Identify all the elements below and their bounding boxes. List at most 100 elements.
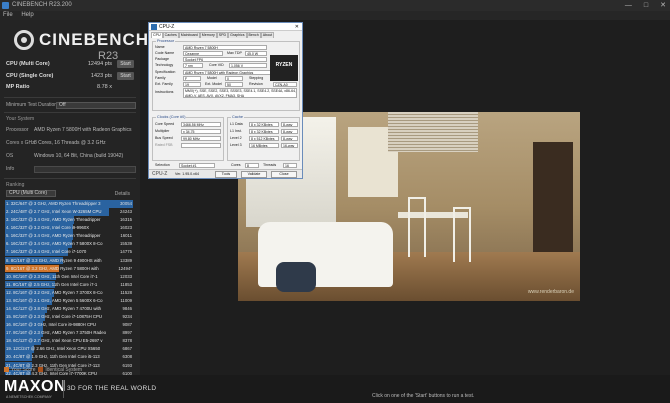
field-key: Processor [6, 127, 29, 133]
cpuz-tab-mainboard[interactable]: Mainboard [178, 32, 200, 38]
label: Selection [155, 163, 170, 167]
ranking-type-select[interactable]: CPU (Multi Core) [6, 190, 56, 197]
ranking-item[interactable]: 14. 6C/12T @ 3.8 GHz, AMD Ryzen 7 4700U … [5, 305, 133, 313]
system-os: OS Windows 10, 64 Bit, China (build 1904… [4, 152, 136, 161]
ranking-item-label: 9. 8C/16T @ 3.2 GHz, AMD Ryzen 7 5800H w… [6, 265, 99, 271]
left-panel: CINEBENCH R23 CPU (Multi Core) 12494 pts… [0, 20, 148, 403]
cpuz-tab-graphics[interactable]: Graphics [228, 32, 247, 38]
menu-help[interactable]: Help [21, 12, 33, 18]
ranking-item-score: 6308 [122, 354, 132, 360]
render-blind [388, 112, 478, 152]
render-pillow [276, 262, 316, 292]
cpuz-extmodel-value: 50 [225, 82, 243, 87]
title-bar: CINEBENCH R23.200 — □ ✕ [0, 0, 670, 11]
cpuz-close-icon[interactable]: ✕ [295, 23, 299, 31]
ranking-item[interactable]: 17. 8C/16T @ 2.3 GHz, AMD Ryzen 7 3750H … [5, 329, 133, 337]
ranking-item-label: 10. 8C/16T @ 2.3 GHz, 11th Gen Intel Cor… [6, 273, 98, 279]
close-button[interactable]: ✕ [660, 0, 666, 11]
render-chair [408, 197, 426, 257]
cpuz-l1d-way: 8-way [281, 122, 298, 127]
start-multi-core-button[interactable]: Start [117, 60, 134, 68]
cpuz-window: CPU-Z ✕ CPU Caches Mainboard Memory SPD … [148, 22, 303, 179]
cpuz-tab-cpu[interactable]: CPU [151, 32, 163, 38]
ranking-item-label: 14. 6C/12T @ 3.8 GHz, AMD Ryzen 7 4700U … [6, 306, 102, 312]
cpuz-l1i-way: 8-way [281, 129, 298, 134]
ranking-details-button[interactable]: Details [115, 190, 130, 198]
label: Family [155, 76, 166, 80]
ranking-item[interactable]: 10. 8C/16T @ 2.3 GHz, 11th Gen Intel Cor… [5, 272, 133, 281]
score-value: 1423 pts [90, 73, 112, 79]
ranking-item[interactable]: 5. 16C/32T @ 3.4 GHz, AMD Ryzen Threadri… [5, 232, 133, 240]
ranking-item[interactable]: 9. 8C/16T @ 3.2 GHz, AMD Ryzen 7 5800H w… [5, 264, 133, 273]
ranking-item-label: 6. 16C/32T @ 3.4 GHz, AMD Ryzen 7 5800X … [6, 241, 103, 247]
field-value: AMD Ryzen 7 5800H with Radeon Graphics [34, 127, 132, 133]
group-label: Clocks (Core #0) [156, 115, 187, 119]
divider [4, 97, 136, 98]
ranking-item-label: 12. 8C/16T @ 3.2 GHz, AMD Ryzen 7 3700X … [6, 289, 103, 295]
cpuz-close-button[interactable]: Close [271, 171, 297, 178]
ranking-item[interactable]: 11. 8C/16T @ 2.5 GHz, 11th Gen Intel Cor… [5, 280, 133, 289]
info-input[interactable] [34, 166, 136, 173]
ryzen-badge-icon: RYZEN [270, 55, 298, 81]
ranking-item[interactable]: 8. 8C/16T @ 3.3 GHz, AMD Ryzen 9 4900HS … [5, 256, 133, 265]
ranking-item-score: 9087 [122, 322, 132, 328]
ranking-item[interactable]: 15. 8C/16T @ 2.3 GHz, Intel Core i7-1087… [5, 313, 133, 321]
cpuz-tech-value: 7 nm [183, 63, 203, 68]
ranking-item[interactable]: 12. 8C/16T @ 3.2 GHz, AMD Ryzen 7 3700X … [5, 288, 133, 297]
cpuz-model-value: 0 [225, 76, 243, 81]
label: Stepping [249, 76, 264, 80]
ranking-item[interactable]: 6. 16C/32T @ 3.4 GHz, AMD Ryzen 7 5800X … [5, 240, 133, 249]
cpuz-tab-caches[interactable]: Caches [162, 32, 179, 38]
cpuz-revision-value: CZN-A0 [273, 82, 297, 87]
ranking-item-label: 20. 4C/8T @ 1.9 GHz, 11th Gen Intel Core… [6, 354, 100, 360]
label: Rated FSB [155, 143, 173, 147]
your-system-heading: Your System [6, 116, 35, 122]
label: Revision [249, 82, 263, 86]
ranking-item[interactable]: 20. 4C/8T @ 1.9 GHz, 11th Gen Intel Core… [5, 353, 133, 362]
cpuz-tab-about[interactable]: About [260, 32, 275, 38]
legend-your-score: Your Score [11, 367, 36, 373]
menu-file[interactable]: File [3, 12, 13, 18]
ranking-item[interactable]: 13. 8C/16T @ 2.1 GHz, AMD Ryzen 5 5600X … [5, 296, 133, 305]
legend-swatch-your-score [4, 367, 9, 373]
cpuz-selection-select[interactable]: Socket #1 [179, 163, 215, 168]
maximize-button[interactable]: □ [644, 0, 648, 11]
ranking-item[interactable]: 1. 32C/64T @ 3 GHz, AMD Ryzen Threadripp… [5, 200, 133, 208]
label: Ext. Family [155, 82, 173, 86]
label: Name [155, 45, 165, 49]
label: Multiplier [155, 129, 170, 133]
score-value: 12494 pts [87, 61, 112, 67]
cpuz-tab-spd[interactable]: SPD [216, 32, 229, 38]
ranking-item[interactable]: 3. 16C/32T @ 3.4 GHz, AMD Ryzen Threadri… [5, 216, 133, 224]
ranking-item[interactable]: 16. 8C/16T @ 3 GHz, Intel Core i9-9880H … [5, 321, 133, 329]
min-duration-select[interactable]: Off [56, 102, 136, 109]
ranking-item-label: 3. 16C/32T @ 3.4 GHz, AMD Ryzen Threadri… [6, 217, 101, 223]
label: Core Speed [155, 122, 175, 126]
minimize-button[interactable]: — [625, 0, 632, 11]
label: Bus Speed [155, 136, 173, 140]
label: L1 Data [230, 122, 243, 126]
ranking-item[interactable]: 19. 12C/24T @ 2.66 GHz, Intel Xeon CPU X… [5, 345, 133, 354]
start-single-core-button[interactable]: Start [117, 72, 134, 80]
score-label: MP Ratio [6, 84, 30, 90]
label: Cores [231, 163, 241, 167]
cpuz-tab-bench[interactable]: Bench [246, 32, 261, 38]
ranking-item[interactable]: 18. 6C/12T @ 2.7 GHz, Intel Xeon CPU E5-… [5, 337, 133, 346]
cpuz-l2-way: 8-way [281, 136, 298, 141]
cpuz-bus-value: 99.80 MHz [181, 136, 221, 141]
cpuz-fsb-value [181, 143, 221, 148]
cpuz-validate-button[interactable]: Validate [241, 171, 267, 178]
cpuz-tab-memory[interactable]: Memory [199, 32, 217, 38]
ranking-item-score: 14775 [120, 249, 132, 255]
label: Specification [155, 70, 176, 74]
field-value: Windows 10, 64 Bit, China (build 19042) [34, 153, 124, 159]
ranking-item[interactable]: 2. 24C/48T @ 2.7 GHz, Intel Xeon W-3265M… [5, 208, 133, 216]
legend-identical-system: Identical System [45, 367, 83, 373]
ranking-item[interactable]: 4. 16C/32T @ 3.2 GHz, Intel Core i9-9960… [5, 224, 133, 232]
ranking-item[interactable]: 7. 16C/32T @ 3.4 GHz, Intel Core i7-1070… [5, 248, 133, 257]
cpuz-corespeed-value: 3466.56 MHz [181, 122, 221, 127]
cpuz-tools-button[interactable]: Tools [215, 171, 237, 178]
score-label: CPU (Single Core) [6, 73, 54, 79]
label: Technology [155, 63, 174, 67]
cinebench-app-icon [2, 2, 9, 9]
